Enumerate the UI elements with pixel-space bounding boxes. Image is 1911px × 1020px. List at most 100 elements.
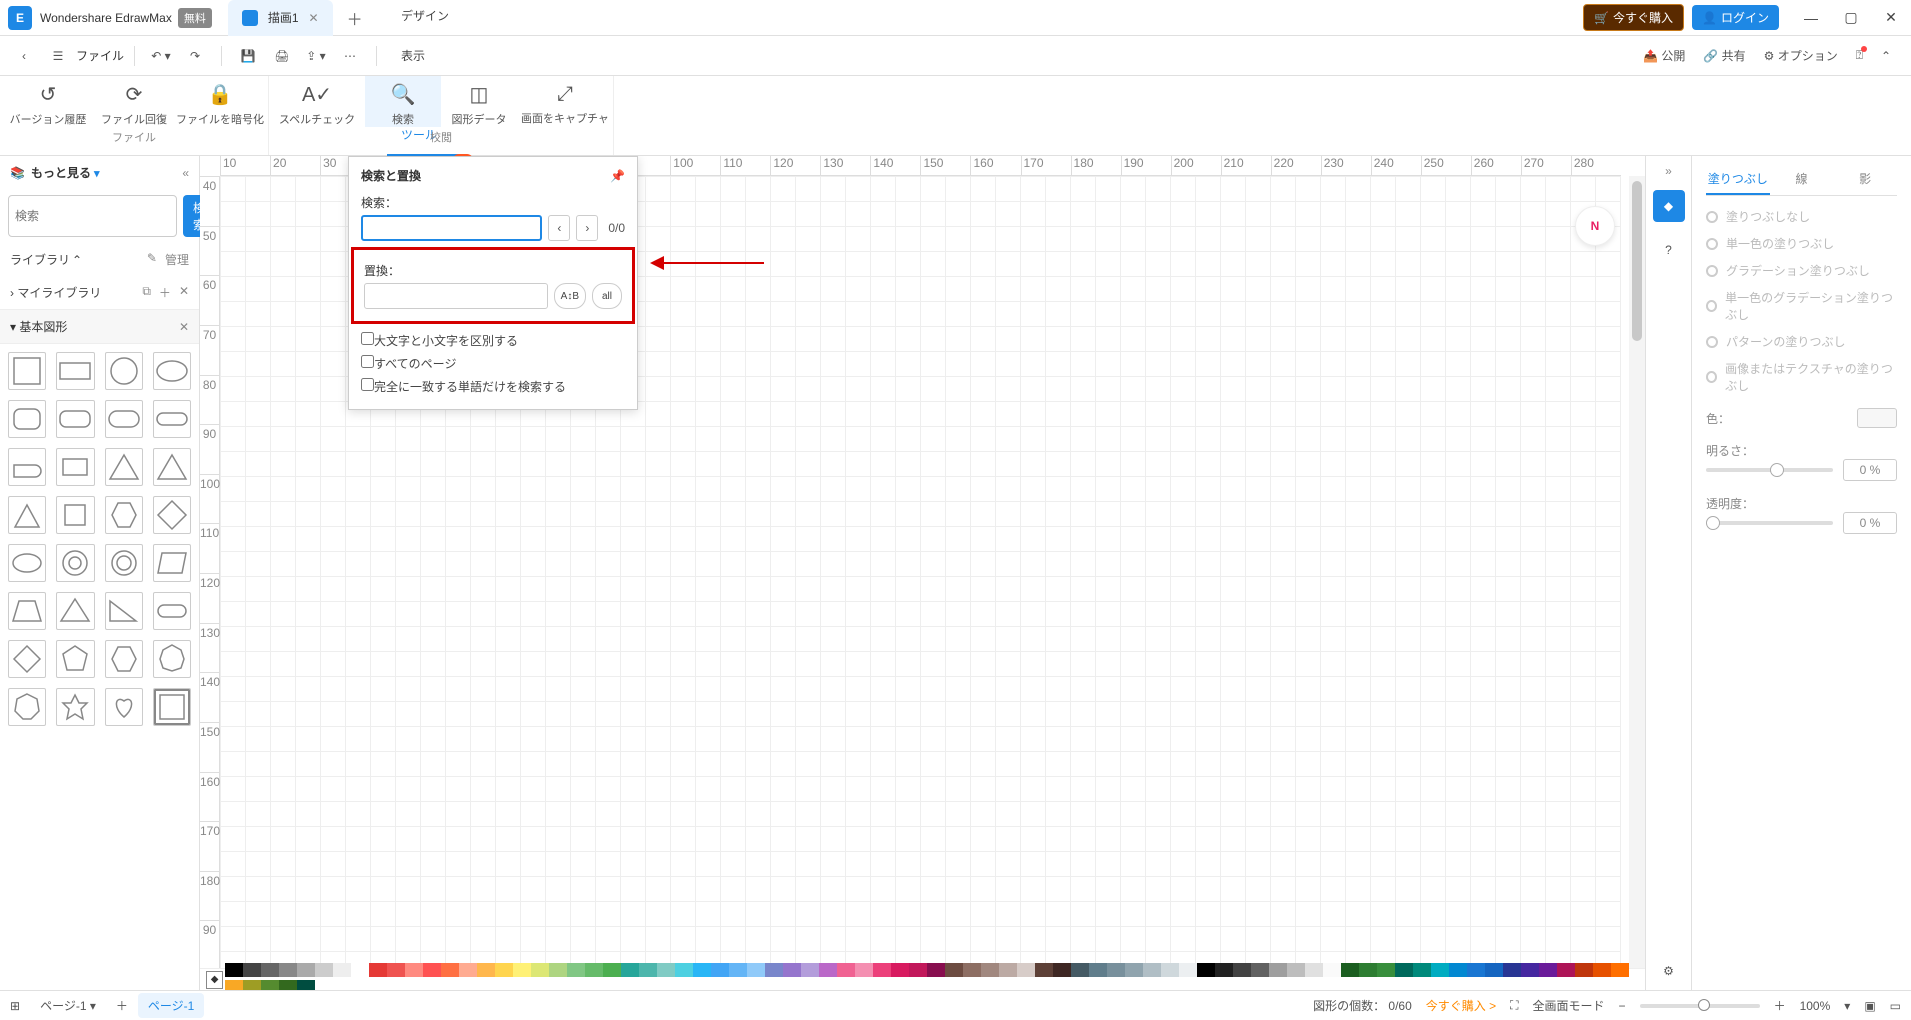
- palette-color[interactable]: [297, 963, 315, 977]
- palette-color[interactable]: [1521, 963, 1539, 977]
- palette-color[interactable]: [1359, 963, 1377, 977]
- replace-one-button[interactable]: A↕B: [554, 283, 586, 309]
- palette-color[interactable]: [801, 963, 819, 977]
- palette-color[interactable]: [1053, 963, 1071, 977]
- palette-color[interactable]: [1377, 963, 1395, 977]
- my-library-item[interactable]: マイライブラリ: [17, 284, 101, 301]
- palette-color[interactable]: [423, 963, 441, 977]
- buy-now-link[interactable]: 今すぐ購入 >: [1426, 997, 1496, 1014]
- ribbon-バージョン履歴[interactable]: ↺バージョン履歴: [0, 76, 96, 127]
- brightness-slider[interactable]: [1706, 468, 1833, 472]
- palette-color[interactable]: [1395, 963, 1413, 977]
- shape-item[interactable]: [153, 352, 191, 390]
- shape-item[interactable]: [56, 496, 94, 534]
- replace-all-button[interactable]: all: [592, 283, 622, 309]
- palette-color[interactable]: [369, 963, 387, 977]
- palette-color[interactable]: [477, 963, 495, 977]
- palette-color[interactable]: [567, 963, 585, 977]
- ribbon-画面をキャプチャ[interactable]: ⤢画面をキャプチャ: [517, 76, 613, 127]
- palette-color[interactable]: [1233, 963, 1251, 977]
- shape-item[interactable]: [153, 688, 191, 726]
- window-minimize-button[interactable]: —: [1791, 10, 1831, 26]
- palette-color[interactable]: [783, 963, 801, 977]
- opacity-slider[interactable]: [1706, 521, 1833, 525]
- palette-color[interactable]: [945, 963, 963, 977]
- palette-color[interactable]: [999, 963, 1017, 977]
- palette-color[interactable]: [1251, 963, 1269, 977]
- chevron-right-icon[interactable]: ›: [10, 286, 14, 300]
- expand-right-panel-icon[interactable]: »: [1665, 164, 1672, 178]
- basic-shapes-section[interactable]: 基本図形: [19, 318, 67, 335]
- palette-color[interactable]: [1431, 963, 1449, 977]
- shape-item[interactable]: [56, 544, 94, 582]
- shape-item[interactable]: [8, 400, 46, 438]
- ribbon-ファイル回復[interactable]: ⟳ファイル回復: [96, 76, 172, 127]
- palette-color[interactable]: [711, 963, 729, 977]
- active-page-tab[interactable]: ページ-1: [138, 993, 204, 1018]
- panel-toggle-icon[interactable]: ⊞: [10, 999, 20, 1013]
- palette-color[interactable]: [1323, 963, 1341, 977]
- fill-option[interactable]: 単一色の塗りつぶし: [1706, 235, 1897, 252]
- palette-color[interactable]: [747, 963, 765, 977]
- palette-color[interactable]: [405, 963, 423, 977]
- ai-float-button[interactable]: N: [1575, 206, 1615, 246]
- palette-color[interactable]: [387, 963, 405, 977]
- share-button[interactable]: 🔗 共有: [1703, 47, 1745, 64]
- palette-color[interactable]: [261, 963, 279, 977]
- add-icon[interactable]: ＋: [159, 284, 171, 301]
- shape-item[interactable]: [56, 640, 94, 678]
- zoom-slider[interactable]: [1640, 1004, 1760, 1008]
- palette-color[interactable]: [1179, 963, 1197, 977]
- rp-tab-0[interactable]: 塗りつぶし: [1706, 164, 1770, 195]
- palette-color[interactable]: [1017, 963, 1035, 977]
- menu-表示[interactable]: 表示: [387, 36, 463, 76]
- palette-color[interactable]: [981, 963, 999, 977]
- palette-color[interactable]: [1143, 963, 1161, 977]
- palette-color[interactable]: [459, 963, 477, 977]
- opacity-value[interactable]: 0 %: [1843, 512, 1897, 534]
- fullscreen-icon[interactable]: ⛶: [1510, 998, 1518, 1013]
- palette-color[interactable]: [621, 963, 639, 977]
- shape-item[interactable]: [153, 400, 191, 438]
- print-button[interactable]: 🖨: [266, 42, 298, 70]
- back-button[interactable]: ‹: [8, 42, 40, 70]
- case-sensitive-checkbox[interactable]: [361, 332, 374, 345]
- palette-color[interactable]: [1305, 963, 1323, 977]
- edit-icon[interactable]: ✎: [147, 251, 157, 268]
- palette-color[interactable]: [603, 963, 621, 977]
- shape-item[interactable]: [56, 400, 94, 438]
- shape-item[interactable]: [56, 592, 94, 630]
- shape-item[interactable]: [8, 544, 46, 582]
- palette-color[interactable]: [729, 963, 747, 977]
- color-swatch[interactable]: [1857, 408, 1897, 428]
- zoom-out-button[interactable]: −: [1619, 999, 1626, 1013]
- more-icon[interactable]: ⋯: [334, 42, 366, 70]
- more-shapes-dropdown[interactable]: もっと見る ▾: [31, 164, 100, 181]
- window-maximize-button[interactable]: ▢: [1831, 9, 1871, 26]
- palette-color[interactable]: [1413, 963, 1431, 977]
- shape-item[interactable]: [8, 448, 46, 486]
- search-input[interactable]: [361, 215, 542, 241]
- help-icon[interactable]: ?: [1653, 234, 1685, 266]
- prev-match-button[interactable]: ‹: [548, 215, 570, 241]
- palette-color[interactable]: [1575, 963, 1593, 977]
- shape-item[interactable]: [105, 352, 143, 390]
- palette-color[interactable]: [441, 963, 459, 977]
- palette-color[interactable]: [1035, 963, 1053, 977]
- palette-color[interactable]: [927, 963, 945, 977]
- shape-item[interactable]: [153, 640, 191, 678]
- shape-item[interactable]: [56, 448, 94, 486]
- settings-gear-icon[interactable]: ⚙: [1663, 964, 1674, 978]
- palette-color[interactable]: [837, 963, 855, 977]
- fill-option[interactable]: 単一色のグラデーション塗りつぶし: [1706, 289, 1897, 323]
- shape-item[interactable]: [8, 688, 46, 726]
- export-button[interactable]: ⇪ ▾: [300, 42, 332, 70]
- palette-color[interactable]: [315, 963, 333, 977]
- options-button[interactable]: ⚙ オプション: [1764, 47, 1838, 64]
- shape-item[interactable]: [8, 592, 46, 630]
- palette-color[interactable]: [1611, 963, 1629, 977]
- notification-icon[interactable]: ⍰: [1856, 48, 1863, 63]
- zoom-value[interactable]: 100%: [1800, 999, 1831, 1013]
- rp-tab-2[interactable]: 影: [1833, 164, 1897, 195]
- manage-link[interactable]: 管理: [165, 251, 189, 268]
